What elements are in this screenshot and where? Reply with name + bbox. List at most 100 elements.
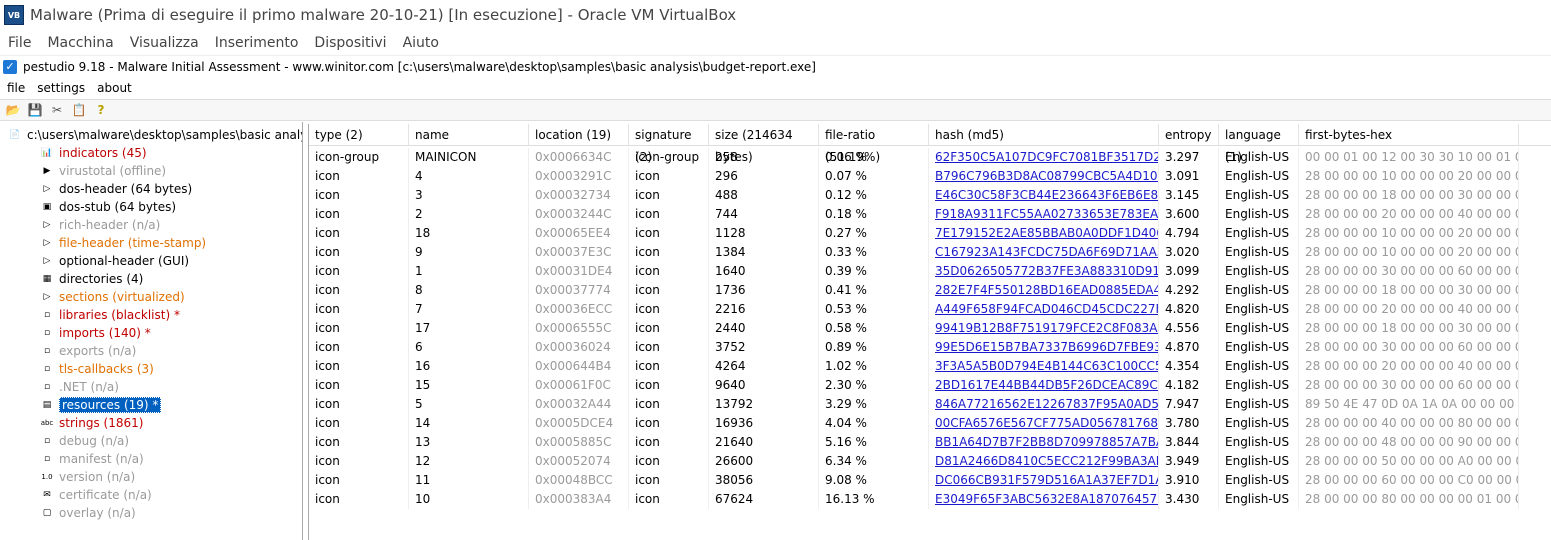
column-header[interactable]: location (19) [529, 124, 629, 146]
column-header[interactable]: language (1) [1219, 124, 1299, 164]
tree-item[interactable]: ▷ dos-header (64 bytes) [40, 180, 193, 198]
vbox-menu-help[interactable]: Aiuto [403, 35, 439, 51]
tree-item[interactable]: ▷ rich-header (n/a) [40, 216, 161, 234]
box-icon: ▫ [43, 328, 51, 338]
tree-item[interactable]: ▷ optional-header (GUI) [40, 252, 190, 270]
table-cell[interactable]: 35D0626505772B37FE3A883310D91D7A [929, 262, 1159, 281]
table-cell: 0x00036ECC [529, 300, 629, 319]
tree-item[interactable]: 📊 indicators (45) [40, 144, 146, 162]
table-row[interactable]: icon 11 0x00048BCC icon 38056 9.08 % DC066CB93… [309, 471, 1551, 490]
tree-item[interactable]: ▫ .NET (n/a) [40, 378, 119, 396]
vbox-menu-machine[interactable]: Macchina [47, 35, 113, 51]
save-icon[interactable]: 💾 [26, 101, 44, 119]
table-row[interactable]: icon 6 0x00036024 icon 3752 0.89 % 99E5D6E15B7… [309, 338, 1551, 357]
table-cell[interactable]: E46C30C58F3CB44E236643F6EB6E85E5 [929, 186, 1159, 205]
vbox-menu-file[interactable]: File [8, 35, 31, 51]
tree-item-label: file-header (time-stamp) [59, 236, 207, 250]
table-row[interactable]: icon 15 0x00061F0C icon 9640 2.30 % 2BD1617E44… [309, 376, 1551, 395]
tree-item[interactable]: ▫ tls-callbacks (3) [40, 360, 154, 378]
table-row[interactable]: icon 1 0x00031DE4 icon 1640 0.39 % 35D06265057… [309, 262, 1551, 281]
table-row[interactable]: icon 5 0x00032A44 icon 13792 3.29 % 846A772165… [309, 395, 1551, 414]
cut-icon[interactable]: ✂ [48, 101, 66, 119]
column-header[interactable]: first-bytes-hex [1299, 124, 1519, 146]
table-cell[interactable]: B796C796B3D8AC08799CBC5A4D104F9F [929, 167, 1159, 186]
tree-item[interactable]: ▣ dos-stub (64 bytes) [40, 198, 176, 216]
table-cell[interactable]: E3049F65F3ABC5632E8A18707645785F [929, 490, 1159, 509]
column-header[interactable]: signature (2) [629, 124, 709, 164]
tree-item[interactable]: ▫ manifest (n/a) [40, 450, 144, 468]
table-cell[interactable]: F918A9311FC55AA02733653E783EAF71 [929, 205, 1159, 224]
table-cell: 28 00 00 00 30 00 00 00 60 00 00 00 01 .… [1299, 338, 1519, 357]
table-row[interactable]: icon 16 0x000644B4 icon 4264 1.02 % 3F3A5A5B0D… [309, 357, 1551, 376]
tree-item[interactable]: ▷ file-header (time-stamp) [40, 234, 207, 252]
tree-item[interactable]: ▫ imports (140) * [40, 324, 151, 342]
column-header[interactable]: name [409, 124, 529, 146]
table-cell: icon [629, 186, 709, 205]
table-row[interactable]: icon 18 0x00065EE4 icon 1128 0.27 % 7E179152E2… [309, 224, 1551, 243]
table-cell[interactable]: 282E7F4F550128BD16EAD0885EDA40C1 [929, 281, 1159, 300]
column-header[interactable]: size (214634 bytes) [709, 124, 819, 164]
vbox-menu-view[interactable]: Visualizza [130, 35, 199, 51]
arrow-icon: ▷ [43, 292, 51, 302]
table-cell: 0x0003291C [529, 167, 629, 186]
open-folder-icon[interactable]: 📂 [4, 101, 22, 119]
table-cell[interactable]: 7E179152E2AE85BBAB0A0DDF1D4067CD [929, 224, 1159, 243]
vbox-menu-devices[interactable]: Dispositivi [314, 35, 386, 51]
table-cell: 2440 [709, 319, 819, 338]
table-cell[interactable]: A449F658F94FCAD046CD45CDC227F656 [929, 300, 1159, 319]
table-row[interactable]: icon 7 0x00036ECC icon 2216 0.53 % A449F658F94… [309, 300, 1551, 319]
table-cell[interactable]: C167923A143FCDC75DA6F69D71AA3937 [929, 243, 1159, 262]
tree-item[interactable]: ▫ libraries (blacklist) * [40, 306, 180, 324]
pestudio-titlebar: ✓ pestudio 9.18 - Malware Initial Assess… [0, 56, 1551, 78]
column-header[interactable]: entropy [1159, 124, 1219, 146]
menu-about[interactable]: about [97, 81, 132, 95]
table-row[interactable]: icon 10 0x000383A4 icon 67624 16.13 % E3049F65… [309, 490, 1551, 509]
table-row[interactable]: icon 12 0x00052074 icon 26600 6.34 % D81A2466D… [309, 452, 1551, 471]
table-row[interactable]: icon 8 0x00037774 icon 1736 0.41 % 282E7F4F550… [309, 281, 1551, 300]
pestudio-menubar: file settings about [0, 78, 1551, 98]
table-cell[interactable]: 846A77216562E12267837F95A0AD51C7 [929, 395, 1159, 414]
tree-item[interactable]: ▷ sections (virtualized) [40, 288, 185, 306]
table-row[interactable]: icon 2 0x0003244C icon 744 0.18 % F918A9311FC5… [309, 205, 1551, 224]
table-cell[interactable]: 2BD1617E44BB44DB5F26DCEAC89C9B1E [929, 376, 1159, 395]
vbox-menu-input[interactable]: Inserimento [215, 35, 299, 51]
menu-file[interactable]: file [7, 81, 25, 95]
table-cell[interactable]: 99419B12B8F7519179FCE2C8F083A092 [929, 319, 1159, 338]
table-cell[interactable]: 62F350C5A107DC9FC7081BF3517D2D4D [929, 148, 1159, 167]
clipboard-icon[interactable]: 📋 [70, 101, 88, 119]
tree-item[interactable]: abc strings (1861) [40, 414, 144, 432]
table-row[interactable]: icon 17 0x0006555C icon 2440 0.58 % 99419B12B8… [309, 319, 1551, 338]
table-cell: 28 00 00 00 18 00 00 00 30 00 00 00 01 .… [1299, 281, 1519, 300]
tree-item[interactable]: ▤ resources (19) * [40, 396, 162, 414]
column-header[interactable]: file-ratio (51.19%) [819, 124, 929, 164]
tree-item[interactable]: ▶ virustotal (offline) [40, 162, 167, 180]
table-cell[interactable]: 99E5D6E15B7BA7337B6996D7FBE938EC [929, 338, 1159, 357]
table-cell[interactable]: 00CFA6576E567CF775AD0567817685CA [929, 414, 1159, 433]
table-row[interactable]: icon 9 0x00037E3C icon 1384 0.33 % C167923A143… [309, 243, 1551, 262]
tree-root[interactable]: 📄 c:\users\malware\desktop\samples\basic … [8, 126, 302, 144]
column-header[interactable]: type (2) [309, 124, 409, 146]
table-cell: 18 [409, 224, 529, 243]
table-row[interactable]: icon-group MAINICON 0x0006634C icon-group 25… [309, 148, 1551, 167]
help-icon[interactable]: ? [92, 101, 110, 119]
column-header[interactable]: hash (md5) [929, 124, 1159, 146]
tree-item[interactable]: 1.0 version (n/a) [40, 468, 135, 486]
table-cell[interactable]: BB1A64D7B7F2BB8D709978857A7BA08A [929, 433, 1159, 452]
table-cell[interactable]: 3F3A5A5B0D794E4B144C63C100CC57C2 [929, 357, 1159, 376]
box-icon: ▫ [43, 364, 51, 374]
table-row[interactable]: icon 3 0x00032734 icon 488 0.12 % E46C30C58F3C… [309, 186, 1551, 205]
table-cell[interactable]: D81A2466D8410C5ECC212F99BA3AFB7E [929, 452, 1159, 471]
menu-settings[interactable]: settings [37, 81, 85, 95]
tree-item[interactable]: ▫ debug (n/a) [40, 432, 129, 450]
table-row[interactable]: icon 13 0x0005885C icon 21640 5.16 % BB1A64D7B… [309, 433, 1551, 452]
table-cell[interactable]: DC066CB931F579D516A1A37EF7D1A661 [929, 471, 1159, 490]
tree-item[interactable]: ▦ directories (4) [40, 270, 144, 288]
table-row[interactable]: icon 14 0x0005DCE4 icon 16936 4.04 % 00CFA6576… [309, 414, 1551, 433]
tree-item[interactable]: ▢ overlay (n/a) [40, 504, 136, 522]
table-cell: 2 [409, 205, 529, 224]
table-cell: 0x00052074 [529, 452, 629, 471]
table-cell: 28 00 00 00 18 00 00 00 30 00 00 00 01 .… [1299, 186, 1519, 205]
tree-item[interactable]: ▫ exports (n/a) [40, 342, 136, 360]
table-row[interactable]: icon 4 0x0003291C icon 296 0.07 % B796C796B3D8… [309, 167, 1551, 186]
tree-item[interactable]: ✉ certificate (n/a) [40, 486, 152, 504]
